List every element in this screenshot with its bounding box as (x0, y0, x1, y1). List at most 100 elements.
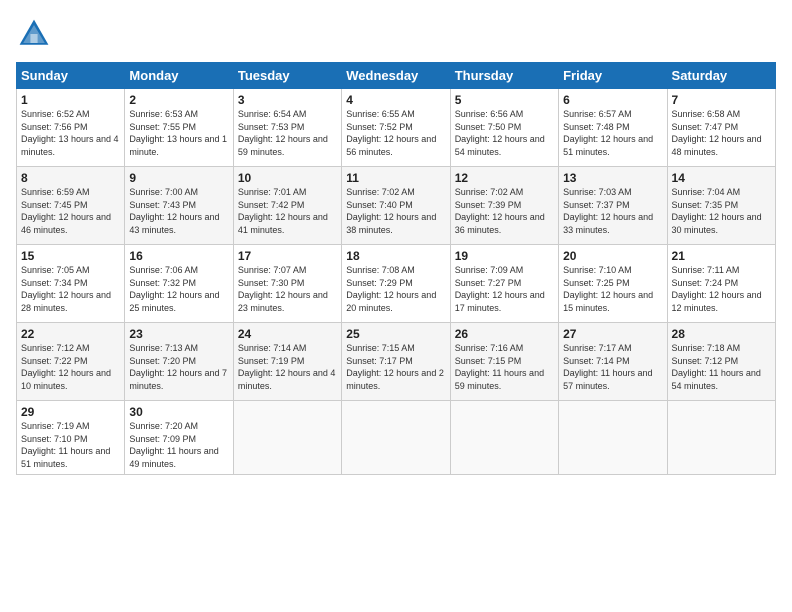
day-number: 22 (21, 327, 120, 341)
calendar-cell: 24 Sunrise: 7:14 AMSunset: 7:19 PMDaylig… (233, 323, 341, 401)
day-info: Sunrise: 7:08 AMSunset: 7:29 PMDaylight:… (346, 265, 436, 313)
weekday-header: Sunday (17, 63, 125, 89)
calendar-cell: 23 Sunrise: 7:13 AMSunset: 7:20 PMDaylig… (125, 323, 233, 401)
day-info: Sunrise: 7:01 AMSunset: 7:42 PMDaylight:… (238, 187, 328, 235)
day-number: 11 (346, 171, 445, 185)
day-info: Sunrise: 7:10 AMSunset: 7:25 PMDaylight:… (563, 265, 653, 313)
calendar-cell (233, 401, 341, 475)
day-number: 26 (455, 327, 554, 341)
day-number: 17 (238, 249, 337, 263)
day-number: 7 (672, 93, 771, 107)
calendar-cell: 14 Sunrise: 7:04 AMSunset: 7:35 PMDaylig… (667, 167, 775, 245)
day-info: Sunrise: 6:53 AMSunset: 7:55 PMDaylight:… (129, 109, 227, 157)
calendar-cell: 15 Sunrise: 7:05 AMSunset: 7:34 PMDaylig… (17, 245, 125, 323)
day-number: 16 (129, 249, 228, 263)
day-info: Sunrise: 7:02 AMSunset: 7:40 PMDaylight:… (346, 187, 436, 235)
page-container: SundayMondayTuesdayWednesdayThursdayFrid… (0, 0, 792, 485)
calendar-cell: 29 Sunrise: 7:19 AMSunset: 7:10 PMDaylig… (17, 401, 125, 475)
day-info: Sunrise: 7:09 AMSunset: 7:27 PMDaylight:… (455, 265, 545, 313)
calendar-cell: 2 Sunrise: 6:53 AMSunset: 7:55 PMDayligh… (125, 89, 233, 167)
day-info: Sunrise: 7:00 AMSunset: 7:43 PMDaylight:… (129, 187, 219, 235)
day-info: Sunrise: 7:12 AMSunset: 7:22 PMDaylight:… (21, 343, 111, 391)
day-number: 24 (238, 327, 337, 341)
weekday-header: Saturday (667, 63, 775, 89)
day-number: 3 (238, 93, 337, 107)
day-info: Sunrise: 6:59 AMSunset: 7:45 PMDaylight:… (21, 187, 111, 235)
calendar-cell: 25 Sunrise: 7:15 AMSunset: 7:17 PMDaylig… (342, 323, 450, 401)
day-info: Sunrise: 7:03 AMSunset: 7:37 PMDaylight:… (563, 187, 653, 235)
weekday-header: Friday (559, 63, 667, 89)
day-number: 19 (455, 249, 554, 263)
day-info: Sunrise: 7:07 AMSunset: 7:30 PMDaylight:… (238, 265, 328, 313)
day-number: 1 (21, 93, 120, 107)
calendar-cell: 9 Sunrise: 7:00 AMSunset: 7:43 PMDayligh… (125, 167, 233, 245)
weekday-header: Monday (125, 63, 233, 89)
day-number: 8 (21, 171, 120, 185)
calendar-cell: 21 Sunrise: 7:11 AMSunset: 7:24 PMDaylig… (667, 245, 775, 323)
calendar-cell (342, 401, 450, 475)
logo (16, 16, 58, 52)
weekday-header: Thursday (450, 63, 558, 89)
calendar-header-row: SundayMondayTuesdayWednesdayThursdayFrid… (17, 63, 776, 89)
calendar-cell: 10 Sunrise: 7:01 AMSunset: 7:42 PMDaylig… (233, 167, 341, 245)
calendar-cell (667, 401, 775, 475)
calendar-cell: 22 Sunrise: 7:12 AMSunset: 7:22 PMDaylig… (17, 323, 125, 401)
day-info: Sunrise: 6:54 AMSunset: 7:53 PMDaylight:… (238, 109, 328, 157)
day-number: 18 (346, 249, 445, 263)
calendar-cell: 18 Sunrise: 7:08 AMSunset: 7:29 PMDaylig… (342, 245, 450, 323)
calendar-table: SundayMondayTuesdayWednesdayThursdayFrid… (16, 62, 776, 475)
day-number: 6 (563, 93, 662, 107)
day-info: Sunrise: 6:52 AMSunset: 7:56 PMDaylight:… (21, 109, 119, 157)
calendar-cell: 30 Sunrise: 7:20 AMSunset: 7:09 PMDaylig… (125, 401, 233, 475)
calendar-cell: 4 Sunrise: 6:55 AMSunset: 7:52 PMDayligh… (342, 89, 450, 167)
day-number: 28 (672, 327, 771, 341)
calendar-cell: 26 Sunrise: 7:16 AMSunset: 7:15 PMDaylig… (450, 323, 558, 401)
header (16, 16, 776, 52)
calendar-cell: 17 Sunrise: 7:07 AMSunset: 7:30 PMDaylig… (233, 245, 341, 323)
day-info: Sunrise: 6:58 AMSunset: 7:47 PMDaylight:… (672, 109, 762, 157)
day-number: 12 (455, 171, 554, 185)
calendar-body: 1 Sunrise: 6:52 AMSunset: 7:56 PMDayligh… (17, 89, 776, 475)
weekday-header: Wednesday (342, 63, 450, 89)
logo-icon (16, 16, 52, 52)
day-info: Sunrise: 7:06 AMSunset: 7:32 PMDaylight:… (129, 265, 219, 313)
day-number: 21 (672, 249, 771, 263)
day-number: 14 (672, 171, 771, 185)
day-info: Sunrise: 7:16 AMSunset: 7:15 PMDaylight:… (455, 343, 544, 391)
day-number: 5 (455, 93, 554, 107)
day-info: Sunrise: 7:20 AMSunset: 7:09 PMDaylight:… (129, 421, 218, 469)
calendar-cell: 27 Sunrise: 7:17 AMSunset: 7:14 PMDaylig… (559, 323, 667, 401)
day-info: Sunrise: 7:13 AMSunset: 7:20 PMDaylight:… (129, 343, 227, 391)
calendar-cell: 1 Sunrise: 6:52 AMSunset: 7:56 PMDayligh… (17, 89, 125, 167)
day-info: Sunrise: 7:04 AMSunset: 7:35 PMDaylight:… (672, 187, 762, 235)
day-info: Sunrise: 7:14 AMSunset: 7:19 PMDaylight:… (238, 343, 336, 391)
calendar-cell: 7 Sunrise: 6:58 AMSunset: 7:47 PMDayligh… (667, 89, 775, 167)
day-info: Sunrise: 7:05 AMSunset: 7:34 PMDaylight:… (21, 265, 111, 313)
calendar-cell (450, 401, 558, 475)
calendar-cell: 5 Sunrise: 6:56 AMSunset: 7:50 PMDayligh… (450, 89, 558, 167)
day-number: 13 (563, 171, 662, 185)
calendar-cell: 20 Sunrise: 7:10 AMSunset: 7:25 PMDaylig… (559, 245, 667, 323)
day-number: 10 (238, 171, 337, 185)
calendar-cell: 16 Sunrise: 7:06 AMSunset: 7:32 PMDaylig… (125, 245, 233, 323)
day-info: Sunrise: 7:11 AMSunset: 7:24 PMDaylight:… (672, 265, 762, 313)
day-number: 15 (21, 249, 120, 263)
day-info: Sunrise: 6:56 AMSunset: 7:50 PMDaylight:… (455, 109, 545, 157)
day-number: 2 (129, 93, 228, 107)
day-info: Sunrise: 7:02 AMSunset: 7:39 PMDaylight:… (455, 187, 545, 235)
calendar-cell: 6 Sunrise: 6:57 AMSunset: 7:48 PMDayligh… (559, 89, 667, 167)
day-info: Sunrise: 6:57 AMSunset: 7:48 PMDaylight:… (563, 109, 653, 157)
day-number: 27 (563, 327, 662, 341)
day-info: Sunrise: 7:18 AMSunset: 7:12 PMDaylight:… (672, 343, 761, 391)
day-info: Sunrise: 7:17 AMSunset: 7:14 PMDaylight:… (563, 343, 652, 391)
day-number: 29 (21, 405, 120, 419)
day-number: 25 (346, 327, 445, 341)
calendar-cell (559, 401, 667, 475)
day-number: 30 (129, 405, 228, 419)
day-number: 23 (129, 327, 228, 341)
calendar-cell: 11 Sunrise: 7:02 AMSunset: 7:40 PMDaylig… (342, 167, 450, 245)
calendar-cell: 12 Sunrise: 7:02 AMSunset: 7:39 PMDaylig… (450, 167, 558, 245)
calendar-cell: 13 Sunrise: 7:03 AMSunset: 7:37 PMDaylig… (559, 167, 667, 245)
calendar-cell: 3 Sunrise: 6:54 AMSunset: 7:53 PMDayligh… (233, 89, 341, 167)
calendar-cell: 19 Sunrise: 7:09 AMSunset: 7:27 PMDaylig… (450, 245, 558, 323)
